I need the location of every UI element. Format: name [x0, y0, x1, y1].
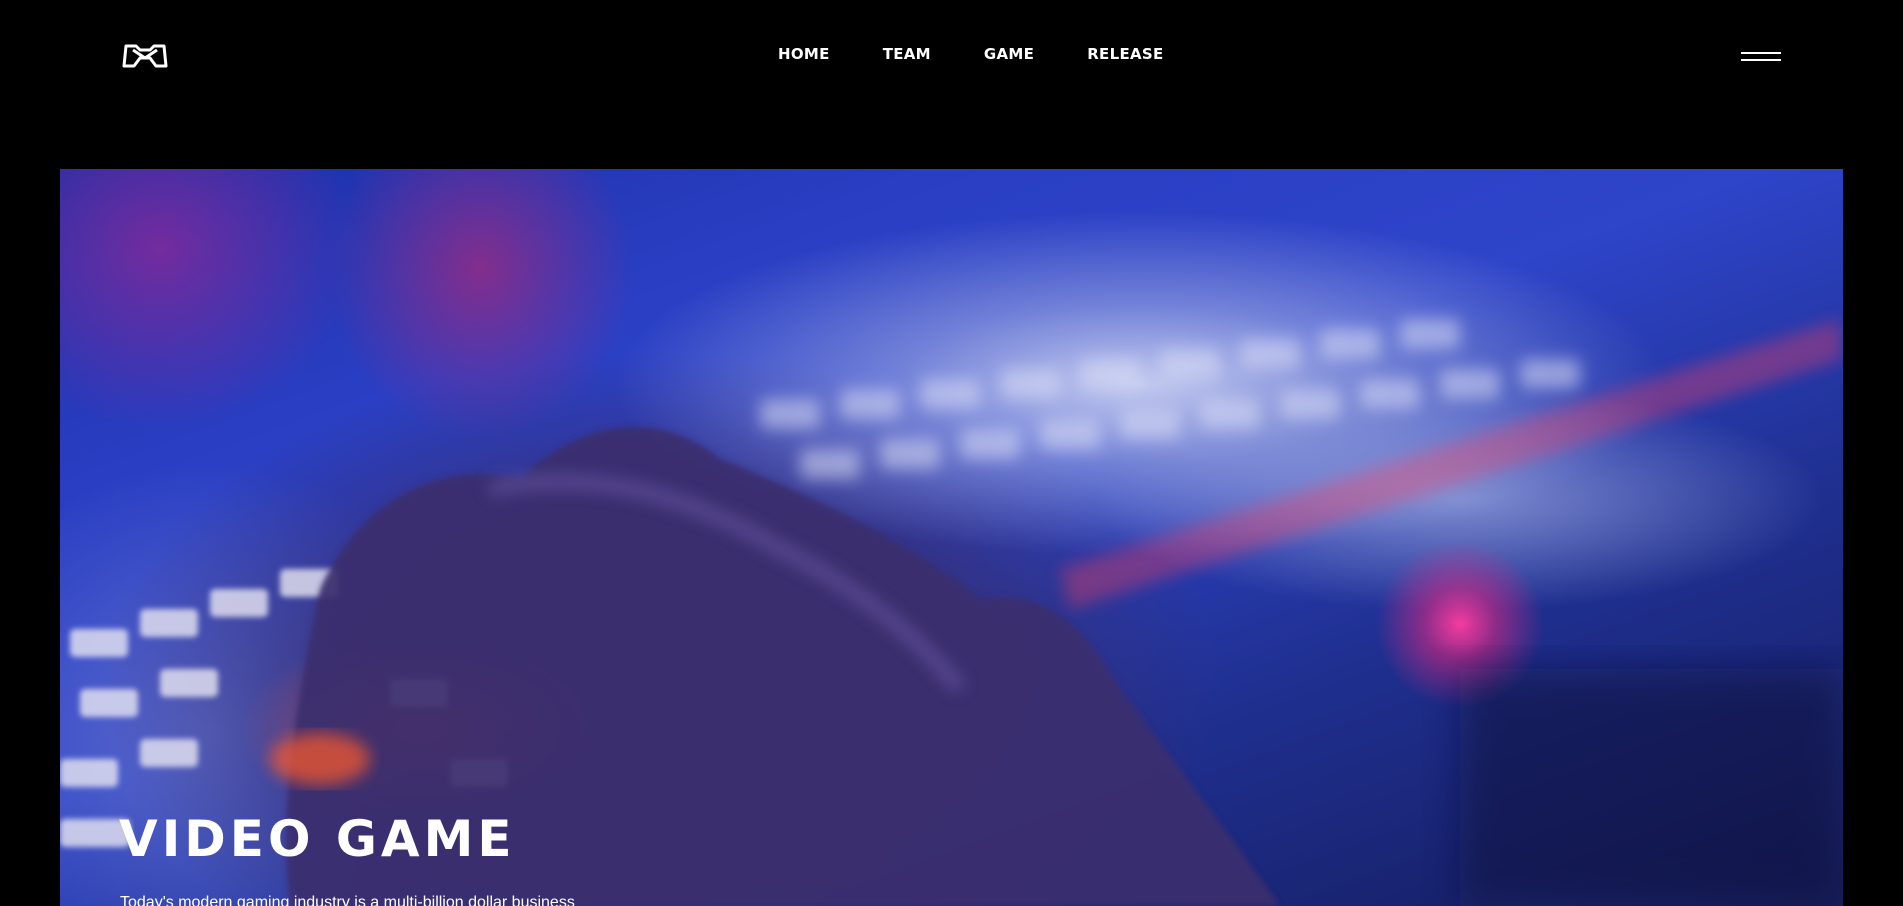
- main-nav: HOME TEAM GAME RELEASE: [778, 44, 1164, 64]
- hero-description: Today's modern gaming industry is a mult…: [120, 894, 575, 906]
- nav-game[interactable]: GAME: [984, 44, 1034, 64]
- menu-line: [1741, 52, 1781, 54]
- hero-banner: VIDEO GAME Today's modern gaming industr…: [60, 169, 1843, 906]
- menu-line: [1741, 59, 1781, 61]
- nav-release[interactable]: RELEASE: [1087, 44, 1163, 64]
- hamburger-menu-icon[interactable]: [1741, 52, 1781, 64]
- nav-team[interactable]: TEAM: [883, 44, 931, 64]
- page: HOME TEAM GAME RELEASE VIDEO GAME Today'…: [0, 0, 1903, 906]
- game-controller-icon[interactable]: [122, 40, 168, 70]
- hero-title: VIDEO GAME: [119, 810, 516, 868]
- hero-image: [60, 319, 1843, 906]
- site-header: HOME TEAM GAME RELEASE: [0, 0, 1903, 110]
- nav-home[interactable]: HOME: [778, 44, 830, 64]
